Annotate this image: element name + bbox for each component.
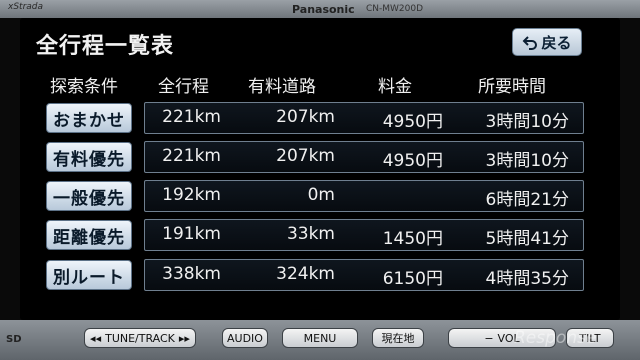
distance-cell: 221km <box>162 146 221 166</box>
condition-button-general-priority[interactable]: 一般優先 <box>46 181 132 211</box>
header-time: 所要時間 <box>478 77 546 97</box>
navigation-screen: 全行程一覧表 戻る 探索条件 全行程 有料道路 料金 所要時間 おまかせ 221… <box>20 18 620 320</box>
distance-cell: 338km <box>162 264 221 284</box>
time-cell: 3時間10分 <box>485 151 569 171</box>
sd-card-label: SD <box>6 334 22 345</box>
back-button-label: 戻る <box>541 33 572 52</box>
condition-button-toll-priority[interactable]: 有料優先 <box>46 142 132 172</box>
distance-cell: 221km <box>162 107 221 127</box>
tune-track-button[interactable]: ◂◂ TUNE/TRACK ▸▸ <box>84 328 196 348</box>
toll-road-cell: 207km <box>276 146 335 166</box>
back-button[interactable]: 戻る <box>512 28 582 56</box>
top-bezel: xStrada Panasonic CN-MW200D <box>0 0 640 18</box>
distance-cell: 191km <box>162 224 221 244</box>
time-cell: 4時間35分 <box>485 269 569 289</box>
back-arrow-icon <box>523 36 538 50</box>
toll-road-cell: 0m <box>307 185 335 205</box>
header-distance: 全行程 <box>158 77 209 97</box>
fee-cell: 4950円 <box>382 112 443 132</box>
strada-logo: xStrada <box>8 2 44 12</box>
fee-cell: 6150円 <box>382 269 443 289</box>
tune-track-label: TUNE/TRACK <box>105 331 175 345</box>
condition-button-omakase[interactable]: おまかせ <box>46 103 132 133</box>
toll-road-cell: 33km <box>286 224 335 244</box>
panasonic-logo: Panasonic <box>292 3 355 16</box>
seek-forward-icon: ▸▸ <box>178 331 190 345</box>
page-title: 全行程一覧表 <box>36 34 175 59</box>
seek-back-icon: ◂◂ <box>90 331 102 345</box>
time-cell: 6時間21分 <box>485 190 569 210</box>
time-cell: 5時間41分 <box>485 229 569 249</box>
distance-cell: 192km <box>162 185 221 205</box>
menu-button[interactable]: MENU <box>282 328 358 348</box>
toll-road-cell: 324km <box>276 264 335 284</box>
route-row: 192km 0m 6時間21分 <box>144 180 584 212</box>
condition-button-distance-priority[interactable]: 距離優先 <box>46 220 132 250</box>
watermark: Response <box>514 328 597 348</box>
route-row: 221km 207km 4950円 3時間10分 <box>144 102 584 134</box>
condition-button-alternate-route[interactable]: 別ルート <box>46 260 132 290</box>
volume-down-icon[interactable]: − <box>484 332 493 345</box>
time-cell: 3時間10分 <box>485 112 569 132</box>
header-toll-road: 有料道路 <box>248 77 316 97</box>
audio-button[interactable]: AUDIO <box>222 328 268 348</box>
route-row: 221km 207km 4950円 3時間10分 <box>144 141 584 173</box>
fee-cell: 1450円 <box>382 229 443 249</box>
header-fee: 料金 <box>378 77 412 97</box>
route-row: 191km 33km 1450円 5時間41分 <box>144 219 584 251</box>
model-label: CN-MW200D <box>366 4 424 14</box>
current-location-button[interactable]: 現在地 <box>372 328 424 348</box>
header-condition: 探索条件 <box>50 77 118 97</box>
toll-road-cell: 207km <box>276 107 335 127</box>
route-row: 338km 324km 6150円 4時間35分 <box>144 259 584 291</box>
fee-cell: 4950円 <box>382 151 443 171</box>
